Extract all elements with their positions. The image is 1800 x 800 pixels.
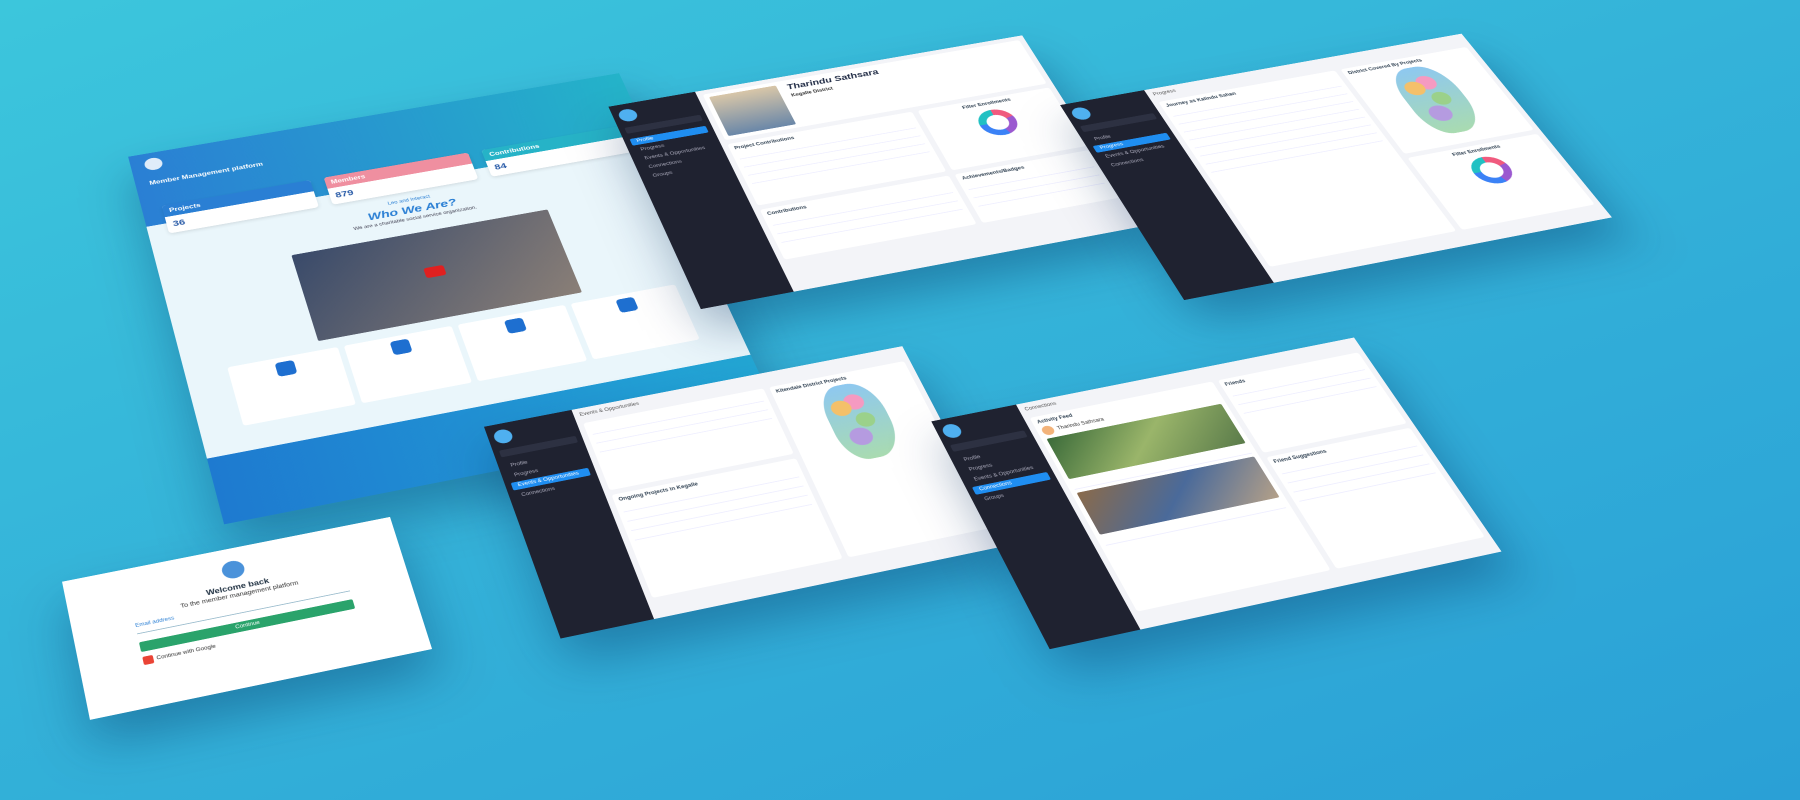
logo-icon: [220, 559, 247, 581]
donut-chart: [1463, 153, 1520, 187]
feature-card: [457, 305, 587, 382]
scene: Member Management platform Projects 36 M…: [0, 0, 1800, 800]
logo-icon: [491, 428, 515, 445]
group-icon: [615, 296, 640, 314]
feature-card: [343, 326, 473, 404]
connections-screen: Profile Progress Events & Opportunities …: [931, 337, 1502, 650]
avatar: [1039, 424, 1057, 436]
play-icon[interactable]: [423, 265, 447, 279]
logo-icon: [1069, 106, 1094, 121]
logo-icon: [939, 422, 964, 440]
profile-screen: Profile Progress Events & Opportunities …: [608, 35, 1144, 310]
feature-card: [570, 284, 700, 360]
district-map: [1383, 62, 1490, 137]
donut-chart: [972, 106, 1024, 139]
progress-screen: Profile Progress Events & Opportunities …: [1060, 33, 1612, 301]
graduation-icon: [274, 360, 298, 378]
community-icon: [389, 338, 414, 356]
login-screen: Welcome back To the member management pl…: [62, 516, 433, 720]
people-icon: [503, 317, 527, 335]
district-map: [813, 379, 907, 464]
google-icon: [142, 654, 155, 666]
feature-card: [227, 347, 356, 427]
logo-icon: [616, 107, 640, 123]
profile-photo: [709, 85, 797, 137]
logo-icon: [143, 156, 164, 172]
